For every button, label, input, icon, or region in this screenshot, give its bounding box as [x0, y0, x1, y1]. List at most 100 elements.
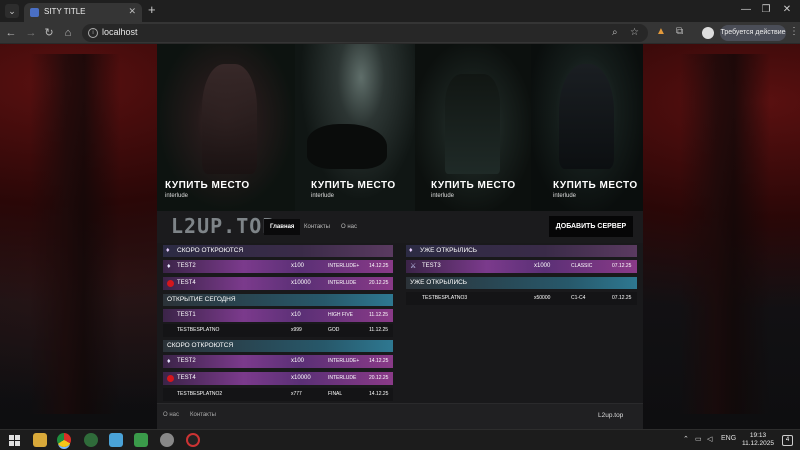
close-icon[interactable]: ✕ [128, 6, 136, 17]
sword-icon: ⚔ [410, 263, 417, 270]
add-server-button[interactable]: ДОБАВИТЬ СЕРВЕР [549, 216, 633, 237]
app-icon[interactable] [160, 433, 174, 447]
section-header-today: ОТКРЫТИЕ СЕГОДНЯ [163, 294, 393, 306]
table-row[interactable]: ♦ TEST2 x100 INTERLUDE+ 14.12.25 [163, 260, 393, 273]
table-row[interactable]: ⚔ TEST3 x1000 CLASSIC 07.12.25 [406, 260, 637, 273]
server-chronicle: CLASSIC [571, 263, 593, 269]
server-date: 11.12.25 [369, 327, 389, 333]
gem-icon: ♦ [167, 263, 171, 270]
table-row[interactable]: TEST4 x10000 INTERLUDE 20.12.25 [163, 372, 393, 385]
table-row[interactable]: TESTBESPLATNO3 x50000 C1-C4 07.12.25 [406, 292, 637, 305]
back-button[interactable]: ← [4, 26, 18, 40]
windows-start-icon[interactable] [9, 435, 20, 446]
clock-date: 11.12.2025 [741, 440, 775, 447]
site-info-icon[interactable]: i [88, 28, 98, 38]
tab-search-button[interactable]: ⌄ [5, 4, 19, 18]
server-name[interactable]: TEST2 [177, 355, 196, 368]
red-circle-icon [167, 375, 174, 382]
server-date: 07.12.25 [612, 263, 632, 269]
server-name[interactable]: TEST4 [177, 277, 196, 290]
reload-button[interactable]: ↻ [42, 26, 56, 40]
table-row[interactable]: TEST1 x10 HIGH FIVE 11.12.25 [163, 309, 393, 322]
browser-tab[interactable]: SITY TITLE ✕ [24, 3, 142, 22]
chrome-icon[interactable] [57, 433, 71, 447]
avatar[interactable] [702, 27, 714, 39]
footer-brand[interactable]: L2up.top [598, 412, 623, 419]
section-title: УЖЕ ОТКРЫЛИСЬ [410, 279, 468, 286]
action-required-button[interactable]: Требуется действие [720, 25, 786, 41]
address-bar[interactable]: i localhost ⌕ ☆ [82, 24, 648, 42]
app-icon[interactable] [109, 433, 123, 447]
server-name[interactable]: TEST2 [177, 260, 196, 273]
table-row[interactable]: TESTBESPLATNO x999 GOD 11.12.25 [163, 324, 393, 337]
server-date: 14.12.25 [369, 358, 389, 364]
server-chronicle: INTERLUDE [328, 375, 357, 381]
banner-caption: КУПИТЬ МЕСТО [553, 180, 638, 191]
server-rate: x10000 [291, 280, 311, 286]
server-date: 14.12.25 [369, 263, 389, 269]
server-rate: x50000 [534, 295, 551, 301]
server-name[interactable]: TESTBESPLATNO2 [177, 388, 222, 401]
section-title: СКОРО ОТКРОЮТСЯ [167, 342, 234, 349]
bookmark-star-icon[interactable]: ☆ [630, 27, 639, 38]
minimize-button[interactable]: — [736, 4, 756, 15]
app-icon[interactable] [84, 433, 98, 447]
close-window-button[interactable]: ✕ [777, 4, 797, 15]
banner-caption: КУПИТЬ МЕСТО [165, 180, 250, 191]
server-rate: x10 [291, 312, 301, 318]
table-row[interactable]: TESTBESPLATNO2 x777 FINAL 14.12.25 [163, 388, 393, 401]
server-chronicle: INTERLUDE+ [328, 263, 360, 269]
banner-caption: КУПИТЬ МЕСТО [311, 180, 396, 191]
gem-icon: ♦ [166, 247, 170, 254]
system-clock[interactable]: 19:13 11.12.2025 [738, 432, 778, 448]
site-logo[interactable]: L2UP.TOP [171, 214, 275, 238]
table-row[interactable]: ♦ TEST2 x100 INTERLUDE+ 14.12.25 [163, 355, 393, 368]
chevron-down-icon: ⌄ [8, 6, 16, 16]
footer-link-about[interactable]: О нас [163, 412, 179, 418]
server-date: 20.12.25 [369, 280, 389, 286]
server-name[interactable]: TESTBESPLATNO3 [422, 292, 467, 305]
banner-slot-3[interactable]: КУПИТЬ МЕСТО interlude [415, 44, 531, 211]
server-date: 11.12.25 [369, 312, 389, 318]
wolf-figure [307, 124, 387, 169]
section-title: СКОРО ОТКРОЮТСЯ [177, 247, 244, 254]
app-icon[interactable] [134, 433, 148, 447]
more-menu-icon[interactable]: ⋮ [789, 26, 799, 37]
zoom-icon[interactable]: ⌕ [612, 27, 618, 38]
table-row[interactable]: TEST4 x10000 INTERLUDE 20.12.25 [163, 277, 393, 290]
banner-subtitle: interlude [431, 193, 455, 199]
banner-subtitle: interlude [165, 193, 189, 199]
browser-toolbar: ← → ↻ ⌂ i localhost ⌕ ☆ ▲ ⧉ Требуется де… [0, 22, 800, 44]
server-name[interactable]: TESTBESPLATNO [177, 324, 219, 337]
nav-link-contacts[interactable]: Контакты [298, 219, 336, 235]
banner-slot-2[interactable]: КУПИТЬ МЕСТО interlude [295, 44, 415, 211]
nav-link-home[interactable]: Главная [264, 219, 301, 235]
server-name[interactable]: TEST3 [422, 260, 441, 273]
forward-button[interactable]: → [24, 26, 38, 40]
extension-icon[interactable]: ▲ [656, 26, 666, 37]
site-nav: L2UP.TOP Главная Контакты О нас ДОБАВИТЬ… [157, 211, 643, 243]
footer-link-contacts[interactable]: Контакты [190, 412, 216, 418]
app-icon[interactable] [186, 433, 200, 447]
network-icon[interactable]: ▭ [695, 435, 702, 443]
server-name[interactable]: TEST1 [177, 309, 196, 322]
file-explorer-icon[interactable] [33, 433, 47, 447]
maximize-button[interactable]: ❐ [756, 4, 776, 15]
server-rate: x777 [291, 391, 302, 397]
extensions-puzzle-icon[interactable]: ⧉ [676, 26, 683, 37]
url-text[interactable]: localhost [102, 27, 138, 37]
section-header-opened-2: УЖЕ ОТКРЫЛИСЬ [406, 277, 637, 289]
banner-slot-1[interactable]: КУПИТЬ МЕСТО interlude [157, 44, 295, 211]
server-chronicle: INTERLUDE+ [328, 358, 360, 364]
banner-slot-4[interactable]: КУПИТЬ МЕСТО interlude [531, 44, 643, 211]
server-name[interactable]: TEST4 [177, 372, 196, 385]
input-language[interactable]: ENG [721, 435, 736, 442]
notification-badge[interactable]: 4 [782, 435, 793, 446]
new-tab-button[interactable]: + [148, 3, 156, 17]
chevron-up-icon[interactable]: ⌃ [683, 435, 689, 443]
home-button[interactable]: ⌂ [61, 26, 75, 40]
nav-link-about[interactable]: О нас [335, 219, 363, 235]
tab-title: SITY TITLE [44, 7, 86, 16]
volume-icon[interactable]: ◁ [707, 435, 712, 443]
red-circle-icon [167, 280, 174, 287]
